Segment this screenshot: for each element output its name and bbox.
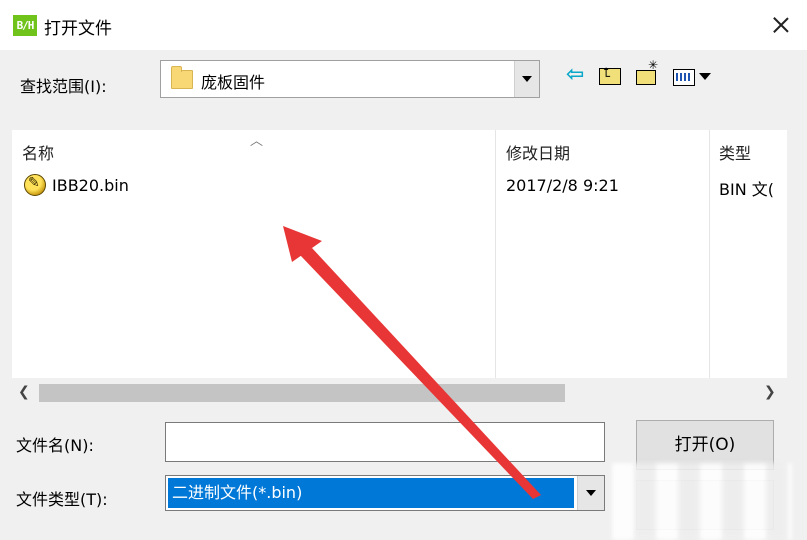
filetype-value: 二进制文件(*.bin)	[168, 478, 574, 508]
sort-ascending-icon: ︿	[250, 134, 264, 149]
filename-label: 文件名(N):	[16, 436, 94, 455]
file-modified-cell: 2017/2/8 9:21	[506, 176, 619, 195]
column-header-type[interactable]: 类型	[719, 140, 751, 164]
filetype-label: 文件类型(T):	[16, 490, 108, 509]
chevron-down-icon[interactable]	[514, 61, 539, 97]
new-folder-icon[interactable]	[636, 70, 656, 85]
back-arrow-icon[interactable]: ⇦	[566, 64, 594, 90]
view-menu-arrow-icon[interactable]	[699, 73, 711, 80]
file-list[interactable]: ︿ 名称 修改日期 类型 IBB20.bin 2017/2/8 9:21 BIN…	[12, 130, 787, 408]
window-title: 打开文件	[44, 19, 112, 39]
up-folder-icon[interactable]	[599, 66, 621, 85]
bin-file-icon[interactable]	[24, 174, 46, 196]
scroll-right-icon[interactable]: ❯	[764, 384, 776, 400]
view-menu-icon[interactable]	[673, 69, 695, 86]
column-separator[interactable]	[495, 130, 496, 378]
horizontal-scrollbar[interactable]: ❮ ❯	[12, 378, 787, 408]
scroll-left-icon[interactable]: ❮	[18, 384, 30, 400]
scroll-thumb[interactable]	[39, 384, 565, 402]
file-type-cell: BIN 文(	[719, 180, 774, 199]
sparkle-icon: ✳	[648, 58, 659, 72]
blurred-region	[612, 463, 792, 540]
lookin-value: 庞板固件	[201, 73, 266, 92]
chevron-down-icon[interactable]	[577, 476, 604, 510]
filetype-dropdown[interactable]: 二进制文件(*.bin)	[165, 475, 605, 511]
file-name-cell[interactable]: IBB20.bin	[52, 176, 129, 195]
filename-input[interactable]	[165, 422, 605, 462]
column-header-modified[interactable]: 修改日期	[506, 140, 570, 164]
close-button[interactable]	[763, 6, 799, 42]
title-bar: B/H 打开文件	[0, 0, 807, 50]
column-header-name[interactable]: 名称	[22, 140, 54, 164]
lookin-dropdown[interactable]: 庞板固件	[160, 60, 540, 98]
lookin-label: 查找范围(I):	[20, 77, 107, 96]
app-icon: B/H	[13, 15, 37, 36]
column-separator[interactable]	[709, 130, 710, 378]
folder-icon	[171, 66, 193, 89]
